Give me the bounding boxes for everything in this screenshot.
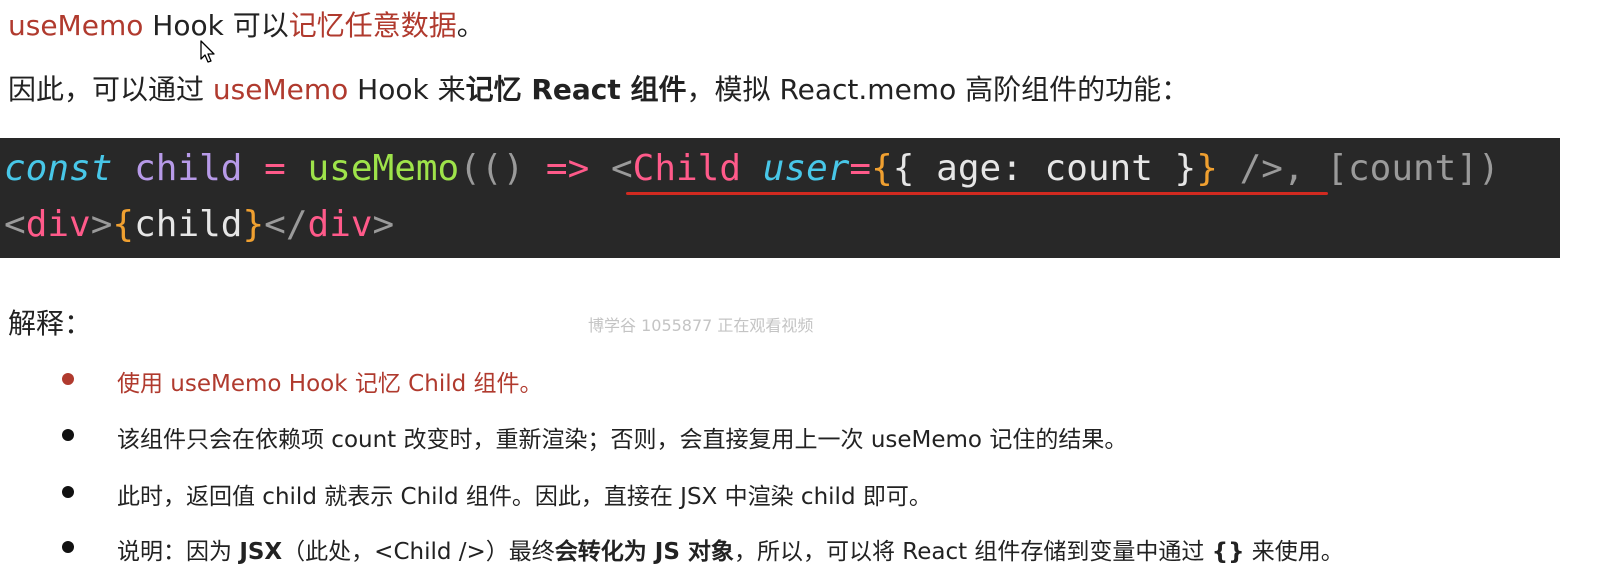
code-tag-close: /> bbox=[1217, 148, 1283, 189]
code-punctuation: (() bbox=[459, 148, 546, 189]
intro-end: 。 bbox=[456, 9, 485, 42]
code-tag-end: > bbox=[372, 204, 395, 245]
code-tag-name: div bbox=[25, 204, 91, 245]
bullet4-text-a: 说明：因为 bbox=[117, 539, 240, 565]
code-brace: } bbox=[1196, 148, 1218, 189]
code-object: { age: count } bbox=[892, 148, 1197, 189]
bullet-text: 说明：因为 JSX（此处，<Child />）最终会转化为 JS 对象，所以，可… bbox=[117, 532, 1344, 566]
bullet4-text-g: 来使用。 bbox=[1244, 539, 1344, 565]
bullet4-text-c: （此处，<Child />）最终 bbox=[282, 539, 555, 565]
code-variable: child bbox=[134, 204, 243, 245]
code-block: const child = useMemo(() => <Child user=… bbox=[0, 138, 1560, 258]
code-underline bbox=[626, 192, 1328, 195]
code-brace: { bbox=[871, 148, 893, 189]
intro2-text-a: 因此，可以通过 bbox=[8, 73, 213, 106]
bullet-icon bbox=[62, 541, 74, 553]
intro-usememo: useMemo bbox=[8, 9, 144, 42]
code-deps: , [count]) bbox=[1282, 148, 1500, 189]
intro2-text-c: Hook 来 bbox=[348, 73, 466, 106]
bullet4-bold: 会转化为 JS 对象 bbox=[554, 539, 734, 565]
code-keyword: const bbox=[4, 148, 113, 189]
intro-text: Hook 可以 bbox=[143, 9, 289, 42]
intro2-bold: 记忆 React 组件 bbox=[465, 73, 687, 106]
code-line-2: <div>{child}</div> bbox=[4, 204, 394, 245]
code-line-1: const child = useMemo(() => <Child user=… bbox=[4, 148, 1500, 189]
intro2-usememo: useMemo bbox=[212, 73, 349, 106]
code-arrow: => bbox=[545, 148, 590, 189]
intro-highlight: 记忆任意数据 bbox=[288, 9, 457, 42]
bullet-icon bbox=[62, 486, 74, 498]
intro2-text-e: ，模拟 React.memo 高阶组件的功能： bbox=[686, 73, 1190, 106]
bullet4-braces: {} bbox=[1211, 539, 1245, 565]
code-tag-end: > bbox=[90, 204, 113, 245]
code-variable: child bbox=[134, 148, 243, 189]
bullet-text: 此时，返回值 child 就表示 Child 组件。因此，直接在 JSX 中渲染… bbox=[117, 484, 932, 510]
bullet-text: 该组件只会在依赖项 count 改变时，重新渲染；否则，会直接复用上一次 use… bbox=[117, 427, 1128, 453]
code-attribute: user bbox=[762, 148, 850, 189]
code-operator: = bbox=[264, 148, 286, 189]
code-close-tag-open: </ bbox=[264, 204, 308, 245]
intro-line-1: useMemo Hook 可以记忆任意数据。 bbox=[8, 4, 485, 44]
mouse-pointer-icon bbox=[200, 40, 215, 63]
code-equals: = bbox=[849, 148, 872, 189]
intro-line-2: 因此，可以通过 useMemo Hook 来记忆 React 组件，模拟 Rea… bbox=[8, 68, 1189, 108]
bullet-icon bbox=[62, 429, 74, 441]
code-tag-name: div bbox=[307, 204, 373, 245]
explain-label: 解释： bbox=[8, 307, 93, 340]
bullet4-text-e: ，所以，可以将 React 组件存储到变量中通过 bbox=[733, 539, 1212, 565]
bullet4-jsx: JSX bbox=[239, 539, 283, 565]
bullet-text: 使用 useMemo Hook 记忆 Child 组件。 bbox=[117, 371, 543, 397]
code-function: useMemo bbox=[307, 148, 460, 189]
code-tag-open: < bbox=[4, 204, 26, 245]
bullet-icon bbox=[62, 373, 74, 385]
code-brace: { bbox=[112, 204, 135, 245]
code-brace: } bbox=[242, 204, 265, 245]
code-tag-open: < bbox=[610, 148, 633, 189]
watermark: 博学谷 1055877 正在观看视频 bbox=[588, 316, 814, 335]
code-tag-name: Child bbox=[632, 148, 742, 189]
